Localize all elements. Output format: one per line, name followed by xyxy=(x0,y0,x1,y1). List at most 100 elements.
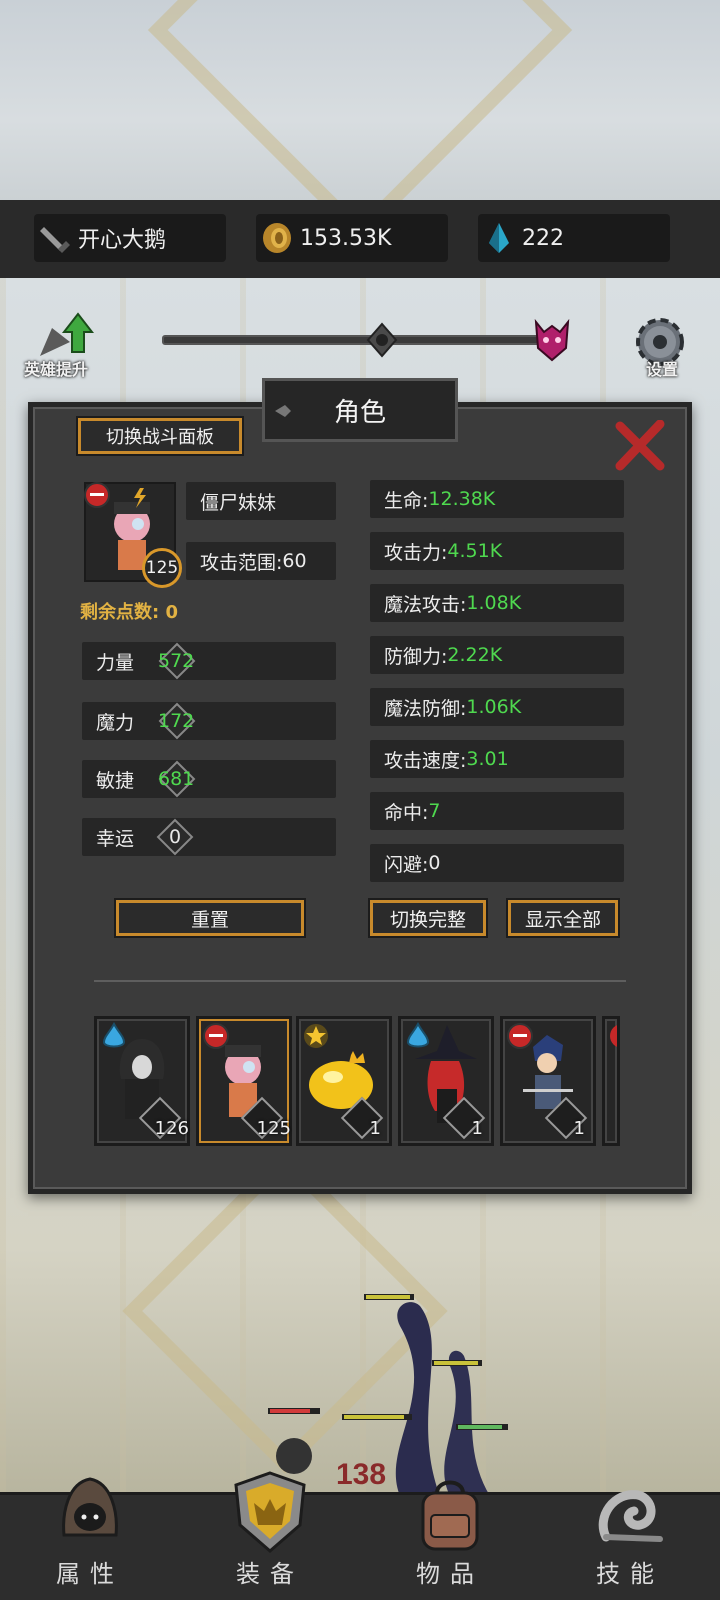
backpack-icon xyxy=(421,1480,479,1551)
switch-battle-panel-label: 切换战斗面板 xyxy=(106,427,214,448)
stat-value: 3.01 xyxy=(466,748,509,770)
hero-level: 125 xyxy=(145,558,179,578)
stage-progress-bar xyxy=(162,335,540,345)
attribute-value: 681 xyxy=(158,768,195,790)
stat-row-dodge: 闪避: 0 xyxy=(370,844,624,882)
hero-name: 僵尸妹妹 xyxy=(200,491,277,514)
svg-text:138: 138 xyxy=(336,1458,386,1491)
stat-row-attack: 攻击力: 4.51K xyxy=(370,532,624,570)
nav-attributes[interactable]: 属性 xyxy=(0,1477,180,1600)
panel-title-tab: 角色 xyxy=(262,378,458,442)
attribute-value: 572 xyxy=(158,650,195,672)
hero-card-level: 125 xyxy=(256,1118,291,1139)
attack-range-label: 攻击范围: xyxy=(200,551,283,574)
nav-skills[interactable]: 技能 xyxy=(540,1490,720,1600)
nav-items[interactable]: 物品 xyxy=(360,1480,540,1600)
hero-level-badge: 125 xyxy=(142,548,182,588)
lightning-icon xyxy=(134,488,146,508)
hero-card[interactable]: 1 xyxy=(398,1016,494,1146)
stat-label: 魔法攻击: xyxy=(384,593,467,616)
show-all-label: 显示全部 xyxy=(524,908,601,931)
hero-card-level: 126 xyxy=(154,1118,189,1139)
hero-card[interactable]: 1 xyxy=(500,1016,596,1146)
bottom-navigation: 属性 装备 物品 技能 xyxy=(0,1471,720,1600)
attribute-row-agility[interactable]: 敏捷 681 xyxy=(82,760,336,798)
stat-row-magic-attack: 魔法攻击: 1.08K xyxy=(370,584,624,622)
attribute-row-luck[interactable]: 幸运 0 xyxy=(82,818,336,856)
boxing-glove-icon xyxy=(507,1023,533,1049)
stat-label: 魔法防御: xyxy=(384,697,467,720)
hero-card-selected[interactable]: 125 xyxy=(196,1016,292,1146)
gold-box[interactable]: 153.53K xyxy=(256,214,448,262)
stat-row-defense: 防御力: 2.22K xyxy=(370,636,624,674)
stat-label: 攻击速度: xyxy=(384,749,467,772)
stat-row-accuracy: 命中: 7 xyxy=(370,792,624,830)
hero-name-box: 僵尸妹妹 xyxy=(186,482,336,520)
stat-label: 命中: xyxy=(384,801,429,824)
stat-value: 1.08K xyxy=(466,592,522,614)
resource-bar: 开心大鹅 153.53K 222 xyxy=(0,200,720,278)
player-progress-marker-icon xyxy=(366,322,398,358)
nav-attributes-label: 属性 xyxy=(56,1560,124,1588)
nav-items-label: 物品 xyxy=(416,1560,484,1588)
hero-card-level: 1 xyxy=(369,1118,381,1139)
shield-icon xyxy=(234,1471,306,1553)
stat-value: 2.22K xyxy=(447,644,503,666)
attribute-row-magic[interactable]: 魔力 172 xyxy=(82,702,336,740)
tab-arrow-icon xyxy=(275,405,291,417)
nav-equipment[interactable]: 装备 xyxy=(180,1471,360,1600)
water-icon xyxy=(406,1021,430,1048)
attribute-value: 0 xyxy=(169,826,182,848)
scenery-top xyxy=(0,0,720,243)
stat-label: 生命: xyxy=(384,489,429,512)
nav-skills-label: 技能 xyxy=(596,1560,664,1588)
player-name: 开心大鹅 xyxy=(78,228,167,253)
hero-card[interactable]: 1 xyxy=(296,1016,392,1146)
gold-coin-icon xyxy=(263,223,291,253)
panel-divider xyxy=(94,980,626,982)
hero-upgrade-button[interactable] xyxy=(30,312,95,360)
boss-marker-icon xyxy=(534,318,570,362)
hero-card[interactable]: 126 xyxy=(94,1016,190,1146)
stat-label: 防御力: xyxy=(384,645,448,668)
hero-card-level: 1 xyxy=(573,1118,585,1139)
switch-full-button[interactable]: 切换完整 xyxy=(368,898,488,938)
stat-label: 攻击力: xyxy=(384,541,448,564)
stat-value: 4.51K xyxy=(447,540,503,562)
hero-card-partial[interactable] xyxy=(602,1016,620,1146)
water-icon xyxy=(102,1021,126,1048)
boxing-glove-icon xyxy=(203,1023,229,1049)
upgrade-arrow-icon xyxy=(40,312,95,356)
reset-label: 重置 xyxy=(190,908,229,931)
attack-range-box: 攻击范围: 60 xyxy=(186,542,336,580)
gem-icon xyxy=(489,223,509,253)
stat-value: 0 xyxy=(428,852,441,874)
stat-label: 闪避: xyxy=(384,853,429,876)
attribute-value: 172 xyxy=(158,710,195,732)
remaining-points-value: 0 xyxy=(165,602,179,623)
hero-card-level: 1 xyxy=(471,1118,483,1139)
reset-button[interactable]: 重置 xyxy=(114,898,306,938)
gem-amount: 222 xyxy=(522,225,564,251)
attribute-row-strength[interactable]: 力量 572 xyxy=(82,642,336,680)
stat-value: 1.06K xyxy=(466,696,522,718)
swirl-icon xyxy=(598,1490,663,1542)
boxing-glove-icon xyxy=(84,482,110,508)
show-all-button[interactable]: 显示全部 xyxy=(506,898,620,938)
attribute-label: 力量 xyxy=(96,651,135,674)
sword-icon xyxy=(40,227,70,253)
close-icon xyxy=(615,419,665,471)
close-button[interactable] xyxy=(614,419,666,472)
remaining-points: 剩余点数: 0 xyxy=(80,598,178,624)
gem-box[interactable]: 222 xyxy=(478,214,670,262)
nav-equipment-label: 装备 xyxy=(236,1560,304,1588)
player-name-box[interactable]: 开心大鹅 xyxy=(34,214,226,262)
stat-row-hp: 生命: 12.38K xyxy=(370,480,624,518)
stat-row-magic-defense: 魔法防御: 1.06K xyxy=(370,688,624,726)
switch-battle-panel-button[interactable]: 切换战斗面板 xyxy=(76,416,244,456)
attribute-label: 敏捷 xyxy=(96,769,135,792)
boxing-glove-icon xyxy=(610,1025,617,1047)
attribute-label: 魔力 xyxy=(96,711,135,734)
settings-label: 设置 xyxy=(646,360,679,379)
stat-row-attack-speed: 攻击速度: 3.01 xyxy=(370,740,624,778)
